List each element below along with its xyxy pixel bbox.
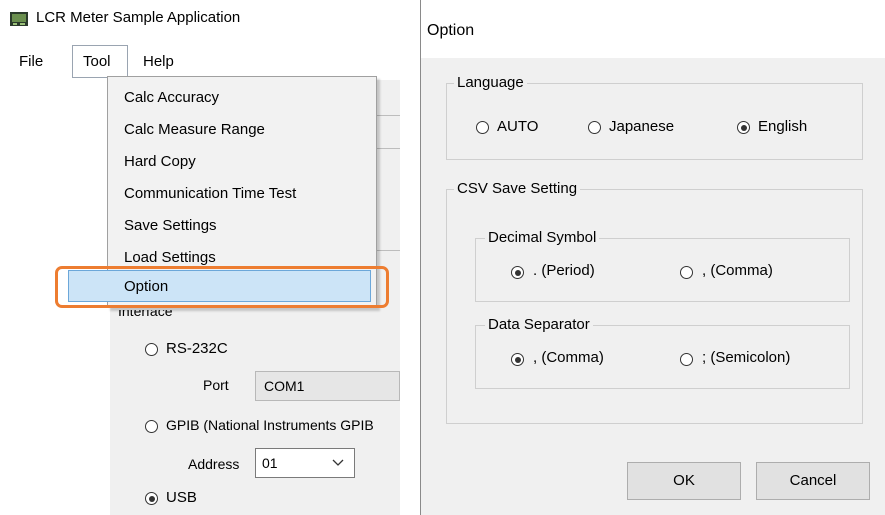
- port-value: COM1: [264, 378, 305, 394]
- cancel-button[interactable]: Cancel: [756, 462, 870, 500]
- radio-decimal-comma[interactable]: [680, 266, 693, 279]
- menu-item-hard-copy[interactable]: Hard Copy: [124, 153, 196, 170]
- port-label: Port: [203, 377, 229, 393]
- menu-file[interactable]: File: [16, 53, 46, 70]
- decimal-symbol-group: [475, 238, 850, 302]
- address-value: 01: [262, 455, 278, 471]
- menu-item-calc-accuracy[interactable]: Calc Accuracy: [124, 89, 219, 106]
- chevron-down-icon: [332, 459, 344, 466]
- menu-bar: File Help: [0, 46, 400, 80]
- option-dialog: Option Language AUTO Japanese English CS…: [420, 0, 885, 515]
- dialog-title-bar: Option: [421, 0, 885, 58]
- port-field[interactable]: COM1: [255, 371, 400, 401]
- radio-usb[interactable]: [145, 492, 158, 505]
- window-title: LCR Meter Sample Application: [36, 9, 241, 26]
- language-legend: Language: [454, 74, 527, 91]
- radio-separator-comma-label: , (Comma): [533, 349, 604, 366]
- callout-highlight: [55, 266, 389, 308]
- csv-save-legend: CSV Save Setting: [454, 180, 581, 197]
- menu-item-load-settings[interactable]: Load Settings: [124, 249, 216, 266]
- address-select[interactable]: 01: [255, 448, 355, 478]
- radio-language-auto[interactable]: [476, 121, 489, 134]
- radio-separator-semicolon-label: ; (Semicolon): [702, 349, 791, 366]
- app-icon: [10, 12, 28, 26]
- data-separator-group: [475, 325, 850, 389]
- menu-item-save-settings[interactable]: Save Settings: [124, 217, 217, 234]
- menu-tool[interactable]: Tool: [72, 45, 128, 78]
- radio-separator-semicolon[interactable]: [680, 353, 693, 366]
- radio-rs232c-label: RS-232C: [166, 340, 228, 357]
- menu-help[interactable]: Help: [140, 53, 177, 70]
- menu-item-calc-measure-range[interactable]: Calc Measure Range: [124, 121, 265, 138]
- main-window: LCR Meter Sample Application File Help T…: [0, 0, 400, 515]
- divider: [375, 115, 400, 116]
- decimal-symbol-legend: Decimal Symbol: [485, 229, 600, 246]
- radio-language-english-label: English: [758, 118, 808, 135]
- menu-item-communication-time-test[interactable]: Communication Time Test: [124, 185, 296, 202]
- radio-rs232c[interactable]: [145, 343, 158, 356]
- divider: [375, 250, 400, 251]
- radio-separator-comma[interactable]: [511, 353, 524, 366]
- address-label: Address: [188, 456, 240, 472]
- data-separator-legend: Data Separator: [485, 316, 593, 333]
- radio-decimal-period[interactable]: [511, 266, 524, 279]
- radio-decimal-comma-label: , (Comma): [702, 262, 773, 279]
- radio-decimal-period-label: . (Period): [533, 262, 595, 279]
- ok-button[interactable]: OK: [627, 462, 741, 500]
- radio-usb-label: USB: [166, 489, 197, 506]
- divider: [375, 148, 400, 149]
- dialog-title: Option: [427, 22, 475, 39]
- radio-language-japanese[interactable]: [588, 121, 601, 134]
- menu-tool-label: Tool: [83, 53, 111, 70]
- radio-gpib[interactable]: [145, 420, 158, 433]
- radio-language-english[interactable]: [737, 121, 750, 134]
- radio-language-auto-label: AUTO: [497, 118, 539, 135]
- radio-language-japanese-label: Japanese: [609, 118, 675, 135]
- title-bar: LCR Meter Sample Application: [0, 0, 400, 38]
- radio-gpib-label: GPIB (National Instruments GPIB: [166, 417, 374, 433]
